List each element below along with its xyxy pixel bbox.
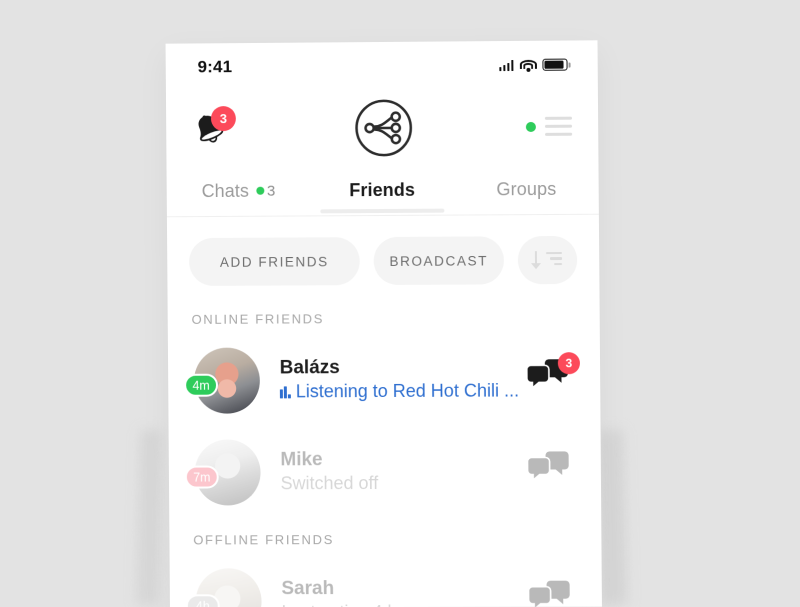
sort-descending-icon bbox=[533, 250, 562, 270]
friends-list[interactable]: ONLINE FRIENDS 4m Balázs Listening to Re… bbox=[168, 296, 602, 607]
tab-chats-label: Chats bbox=[201, 180, 250, 201]
chat-bubbles-icon bbox=[526, 451, 569, 483]
friend-status: Listening to Red Hot Chili ... bbox=[279, 380, 526, 404]
tab-groups-label: Groups bbox=[496, 178, 557, 199]
notifications-button[interactable]: 3 bbox=[190, 105, 242, 151]
equalizer-icon bbox=[279, 386, 291, 399]
friend-name: Sarah bbox=[281, 578, 335, 600]
app-screen: 9:41 3 Chats 3 Friends Groups ADD FRIEND… bbox=[166, 40, 602, 607]
list-item-text: Sarah Last active 4 hours ago bbox=[281, 577, 527, 607]
tab-friends[interactable]: Friends bbox=[310, 165, 454, 216]
broadcast-button[interactable]: BROADCAST bbox=[373, 236, 505, 286]
tab-groups[interactable]: Groups bbox=[454, 164, 599, 215]
chat-button[interactable] bbox=[527, 577, 580, 607]
add-friends-button[interactable]: ADD FRIENDS bbox=[188, 237, 360, 286]
cellular-signal-icon bbox=[498, 59, 514, 71]
friend-status: Switched off bbox=[281, 472, 527, 496]
avatar[interactable]: 7m bbox=[184, 437, 263, 508]
friend-name: Balázs bbox=[279, 357, 340, 379]
friend-status-text: Switched off bbox=[280, 473, 379, 494]
action-bar: ADD FRIENDS BROADCAST bbox=[167, 224, 600, 298]
presence-dot-icon bbox=[525, 121, 536, 132]
tab-chats-count: 3 bbox=[266, 182, 276, 200]
chat-button[interactable] bbox=[526, 447, 579, 495]
friend-status: Last active 4 hours ago bbox=[282, 601, 528, 607]
tab-chats[interactable]: Chats 3 bbox=[167, 165, 311, 216]
friend-status-text: Last active 4 hours ago bbox=[282, 601, 468, 607]
list-item[interactable]: 7m Mike Switched off bbox=[169, 425, 602, 518]
status-bar-clock: 9:41 bbox=[197, 57, 233, 77]
list-item[interactable]: 4m Balázs Listening to Red Hot Chili ...… bbox=[168, 333, 601, 427]
device-shadow-left bbox=[136, 429, 162, 606]
list-item-text: Balázs Listening to Red Hot Chili ... bbox=[280, 356, 526, 404]
status-bar: 9:41 bbox=[166, 40, 598, 91]
hamburger-menu-icon bbox=[544, 116, 573, 137]
avatar[interactable]: 4m bbox=[184, 345, 263, 416]
tab-bar: Chats 3 Friends Groups bbox=[167, 164, 599, 217]
wifi-icon bbox=[519, 59, 537, 72]
friend-status-text: Listening to Red Hot Chili ... bbox=[295, 380, 520, 402]
tab-friends-label: Friends bbox=[349, 179, 416, 200]
last-seen-badge: 4m bbox=[184, 373, 219, 397]
friend-name: Mike bbox=[280, 449, 323, 471]
tab-active-indicator bbox=[320, 208, 445, 214]
app-header: 3 bbox=[166, 88, 599, 166]
device-shadow-right bbox=[597, 429, 629, 606]
list-item[interactable]: 4h Sarah Last active 4 hours ago bbox=[170, 555, 602, 607]
section-header-offline: OFFLINE FRIENDS bbox=[193, 532, 335, 548]
battery-icon bbox=[542, 58, 568, 71]
list-item-text: Mike Switched off bbox=[280, 448, 526, 496]
tab-chats-dot-icon bbox=[255, 186, 264, 195]
notification-badge: 3 bbox=[210, 105, 236, 131]
sort-button[interactable] bbox=[517, 235, 578, 285]
chat-bubbles-icon bbox=[527, 580, 570, 607]
network-share-logo-icon bbox=[355, 99, 412, 156]
last-seen-badge: 4h bbox=[185, 594, 220, 607]
section-header-online: ONLINE FRIENDS bbox=[191, 311, 325, 327]
last-seen-badge: 7m bbox=[184, 465, 219, 489]
chat-unread-badge: 3 bbox=[557, 352, 581, 375]
phone-mockup: 9:41 3 Chats 3 Friends Groups ADD FRIEND… bbox=[165, 40, 602, 607]
status-bar-icons bbox=[498, 58, 568, 72]
tab-chats-badge: 3 bbox=[255, 182, 276, 200]
chat-button[interactable]: 3 bbox=[526, 352, 581, 403]
menu-button[interactable] bbox=[525, 116, 573, 137]
avatar[interactable]: 4h bbox=[185, 566, 264, 607]
